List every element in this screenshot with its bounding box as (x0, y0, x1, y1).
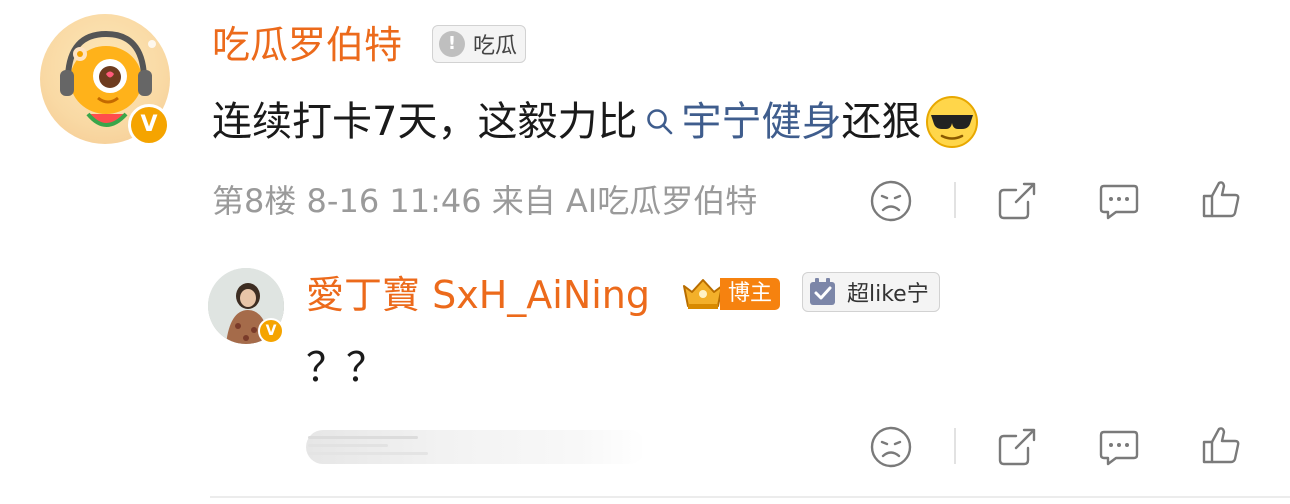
comment-source[interactable]: 来自 AI吃瓜罗伯特 (492, 182, 758, 220)
user-tag-label: 吃瓜 (473, 34, 518, 59)
share-icon[interactable] (994, 178, 1040, 224)
bottom-divider (210, 496, 1290, 498)
action-divider (954, 428, 956, 464)
blurred-meta (306, 430, 646, 464)
like-icon[interactable] (1198, 422, 1244, 468)
comment-icon[interactable] (1096, 178, 1142, 224)
checkbox-icon (810, 278, 835, 305)
sunglasses-emoji-icon (926, 96, 979, 148)
verified-badge: V (128, 104, 170, 146)
fan-tag-label: 超like宁 (847, 282, 929, 307)
sad-face-icon[interactable] (868, 424, 914, 470)
verified-badge: V (258, 318, 284, 344)
author-badge: 博主 (680, 274, 781, 314)
like-icon[interactable] (1198, 176, 1244, 222)
comment-time: 8-16 11:46 (306, 182, 482, 220)
reply-content: ？？ (306, 345, 386, 391)
comment-content: 连续打卡7天，这毅力比 宇宁健身 还狠 (212, 92, 979, 152)
comment-meta: 第8楼 8-16 11:46 来自 AI吃瓜罗伯特 (212, 178, 757, 224)
comment-text-after: 还狠 (841, 99, 922, 145)
author-badge-label: 博主 (720, 278, 781, 310)
floor-number: 第8楼 (212, 182, 297, 220)
sad-face-icon[interactable] (868, 178, 914, 224)
reply-username[interactable]: 愛丁寶 SxH_AiNing (306, 270, 650, 320)
share-icon[interactable] (994, 424, 1040, 470)
comment-icon[interactable] (1096, 424, 1142, 470)
action-divider (954, 182, 956, 218)
topic-link-label: 宇宁健身 (681, 99, 842, 145)
user-tag[interactable]: ! 吃瓜 (432, 25, 527, 63)
exclamation-icon: ! (439, 31, 465, 57)
topic-link[interactable]: 宇宁健身 (637, 92, 841, 152)
comment-text-before: 连续打卡7天，这毅力比 (212, 99, 638, 145)
fan-tag[interactable]: 超like宁 (802, 272, 940, 312)
search-icon (647, 109, 673, 135)
comment-username[interactable]: 吃瓜罗伯特 (212, 20, 402, 70)
